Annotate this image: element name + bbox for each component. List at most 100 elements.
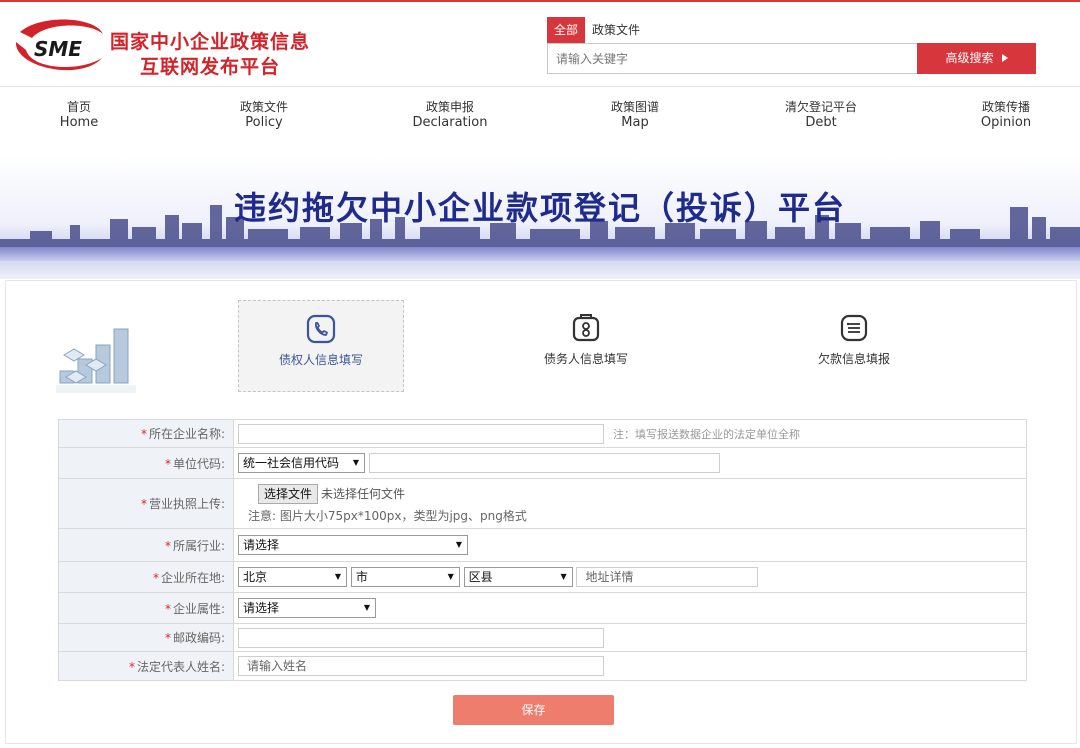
search-input[interactable] [548, 44, 916, 73]
required-mark: * [152, 570, 159, 585]
label-text: 企业属性: [172, 601, 225, 616]
step-label: 债权人信息填写 [278, 353, 363, 367]
required-mark: * [164, 538, 171, 553]
district-select[interactable]: 区县 ▼ [463, 567, 573, 587]
nav-item-declaration[interactable]: 政策申报 Declaration [410, 99, 490, 131]
required-mark: * [140, 497, 147, 511]
form-row-attribute: * 企业属性: 请选择 ▼ [58, 592, 1027, 624]
required-mark: * [164, 631, 171, 645]
attribute-select[interactable]: 请选择 ▼ [238, 598, 376, 618]
required-mark: * [164, 456, 171, 471]
logo-title-line1: 国家中小企业政策信息 [110, 31, 311, 53]
top-accent-line [0, 0, 1080, 2]
step-label: 债务人信息填写 [543, 352, 628, 366]
nav-label-cn: 政策传播 [981, 100, 1030, 114]
creditor-form: * 所在企业名称: 注：填写报送数据企业的法定单位全称 * 单位代码: 统一社会信用… [58, 419, 1027, 681]
site-logo[interactable]: SME 国家中小企业政策信息 互联网发布平台 [10, 12, 320, 82]
banner-title: 违约拖欠中小企业款项登记（投诉）平台 [233, 189, 846, 227]
dropdown-arrow-icon: ▼ [447, 572, 454, 581]
nav-label-en: Opinion [980, 115, 1032, 130]
form-label: * 法定代表人姓名: [58, 651, 234, 681]
search-tab-policy[interactable]: 政策文件 [585, 17, 647, 43]
form-label: * 邮政编码: [58, 623, 234, 652]
select-value: 请选择 [243, 538, 280, 552]
form-value-cell [233, 623, 1027, 652]
form-value-cell: 注：填写报送数据企业的法定单位全称 [233, 419, 1027, 448]
nav-item-policy[interactable]: 政策文件 Policy [234, 99, 294, 131]
nav-item-opinion[interactable]: 政策传播 Opinion [975, 99, 1037, 131]
province-select[interactable]: 北京 ▼ [238, 567, 347, 587]
form-label: * 所在企业名称: [58, 419, 234, 448]
choose-file-button[interactable]: 选择文件 [258, 483, 319, 504]
form-row-license-upload: * 营业执照上传: 选择文件 未选择任何文件 注意: 图片大小75px*100px，… [58, 478, 1027, 529]
form-value-cell [233, 651, 1027, 681]
form-value-cell: 选择文件 未选择任何文件 注意: 图片大小75px*100px，类型为jpg、pn… [233, 478, 1027, 529]
required-mark: * [164, 601, 171, 616]
nav-label-en: Debt [805, 115, 837, 130]
unit-code-input[interactable] [368, 453, 720, 473]
label-text: 单位代码: [172, 456, 225, 471]
nav-item-debt[interactable]: 清欠登记平台 Debt [778, 99, 864, 131]
nav-item-home[interactable]: 首页 Home [58, 99, 100, 131]
nav-item-map[interactable]: 政策图谱 Map [604, 99, 666, 131]
form-value-cell: 统一社会信用代码 ▼ [233, 447, 1027, 479]
save-button[interactable]: 保存 [453, 695, 614, 725]
label-text: 邮政编码: [172, 631, 225, 645]
form-value-cell: 请选择 ▼ [233, 592, 1027, 624]
logo-title-line2: 互联网发布平台 [140, 56, 281, 78]
required-mark: * [128, 659, 135, 674]
badge-icon [572, 314, 600, 342]
advanced-search-label: 高级搜索 [945, 51, 994, 65]
nav-label-cn: 清欠登记平台 [784, 100, 857, 114]
nav-label-en: Map [621, 115, 649, 130]
no-file-chosen-text: 未选择任何文件 [321, 487, 406, 501]
select-value: 市 [355, 570, 368, 584]
company-name-input[interactable] [238, 423, 604, 444]
form-row-location: * 企业所在地: 北京 ▼ 市 ▼ 区县 ▼ [58, 561, 1027, 593]
sme-logo-icon: SME [15, 19, 103, 71]
form-row-unit-code: * 单位代码: 统一社会信用代码 ▼ [58, 447, 1027, 479]
nav-label-en: Policy [245, 115, 283, 130]
nav-label-cn: 首页 [66, 100, 91, 114]
advanced-search-button[interactable]: 高级搜索 [917, 43, 1036, 74]
industry-select[interactable]: 请选择 ▼ [238, 535, 468, 555]
registration-panel: 债权人信息填写 债务人信息填写 欠款信息填报 * 所在企业名称: 注：填写报送数据… [5, 280, 1077, 744]
dropdown-arrow-icon: ▼ [363, 603, 370, 612]
play-arrow-icon [1001, 54, 1008, 62]
select-value: 请选择 [243, 601, 280, 615]
list-icon [840, 314, 868, 342]
form-label: * 所属行业: [58, 528, 234, 562]
city-select[interactable]: 市 ▼ [350, 567, 460, 587]
dropdown-arrow-icon: ▼ [352, 458, 359, 467]
select-value: 北京 [243, 570, 268, 584]
nav-label-cn: 政策图谱 [610, 100, 659, 114]
nav-label-cn: 政策申报 [425, 100, 474, 114]
address-detail-input[interactable] [576, 567, 759, 587]
label-text: 企业所在地: [160, 570, 225, 585]
legal-rep-name-input[interactable] [238, 656, 604, 676]
unit-code-type-select[interactable]: 统一社会信用代码 ▼ [238, 453, 365, 473]
step-debt-info[interactable]: 欠款信息填报 [771, 300, 937, 392]
logo-abbr: SME [34, 37, 82, 61]
nav-label-en: Declaration [412, 115, 488, 130]
search-box: 高级搜索 [547, 43, 1036, 74]
select-value: 统一社会信用代码 [243, 456, 340, 470]
form-label: * 营业执照上传: [58, 478, 234, 529]
main-nav: 首页 Home 政策文件 Policy 政策申报 Declaration 政策图… [0, 86, 1080, 156]
label-text: 法定代表人姓名: [136, 659, 225, 674]
company-name-note: 注：填写报送数据企业的法定单位全称 [613, 428, 800, 441]
label-text: 营业执照上传: [148, 497, 225, 511]
label-text: 所属行业: [172, 538, 225, 553]
upload-hint: 注意: 图片大小75px*100px，类型为jpg、png格式 [248, 508, 527, 523]
postal-code-input[interactable] [238, 627, 604, 648]
step-debtor-info[interactable]: 债务人信息填写 [503, 300, 669, 392]
step-creditor-info[interactable]: 债权人信息填写 [238, 300, 404, 392]
form-value-cell: 北京 ▼ 市 ▼ 区县 ▼ [233, 561, 1027, 593]
required-mark: * [140, 427, 147, 441]
form-label: * 单位代码: [58, 447, 234, 479]
search-scope-tabs: 全部 政策文件 [547, 17, 647, 43]
search-tab-all[interactable]: 全部 [547, 17, 586, 43]
dropdown-arrow-icon: ▼ [560, 572, 567, 581]
phone-icon [306, 314, 336, 344]
form-value-cell: 请选择 ▼ [233, 528, 1027, 562]
